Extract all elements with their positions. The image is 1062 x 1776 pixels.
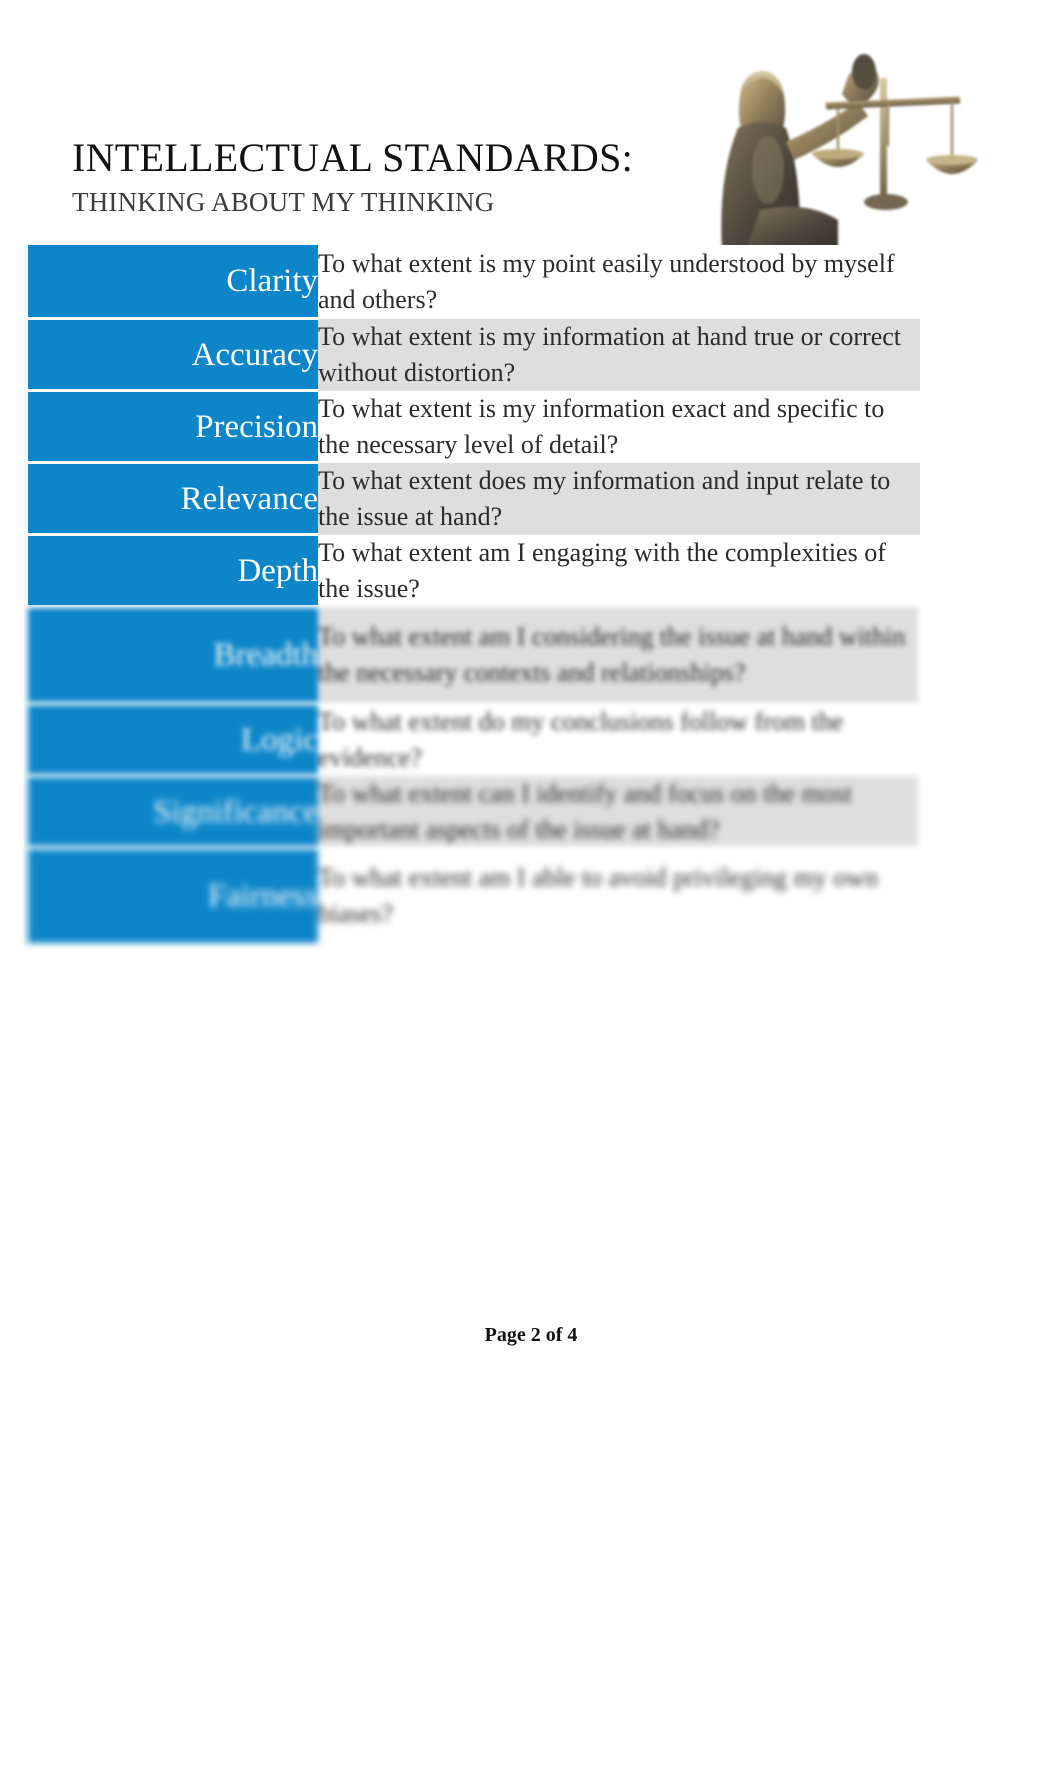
document-header: INTELLECTUAL STANDARDS: THINKING ABOUT M… — [0, 40, 1062, 250]
standard-label-clarity: Clarity — [24, 245, 318, 320]
standard-label-relevance: Relevance — [24, 462, 318, 536]
standard-label-logic: Logic — [24, 703, 318, 777]
table-row: Relevance To what extent does my informa… — [24, 462, 920, 536]
standard-question-significance: To what extent can I identify and focus … — [318, 775, 920, 848]
standard-question-fairness: To what extent am I able to avoid privil… — [318, 847, 920, 945]
standard-question-precision: To what extent is my information exact a… — [318, 390, 920, 463]
standard-question-accuracy: To what extent is my information at hand… — [318, 318, 920, 391]
standard-label-breadth: Breadth — [24, 606, 318, 705]
standard-question-depth: To what extent am I engaging with the co… — [318, 534, 920, 607]
table-row: Clarity To what extent is my point easil… — [24, 245, 920, 320]
standard-label-fairness: Fairness — [24, 847, 318, 946]
standard-question-clarity: To what extent is my point easily unders… — [318, 245, 920, 319]
lady-justice-scales-image — [640, 50, 1000, 250]
table-row: Precision To what extent is my informati… — [24, 390, 920, 464]
intellectual-standards-table: Clarity To what extent is my point easil… — [24, 245, 922, 946]
page-subtitle: THINKING ABOUT MY THINKING — [72, 187, 495, 217]
table-row: Accuracy To what extent is my informatio… — [24, 318, 920, 392]
table-row: Fairness To what extent am I able to avo… — [24, 847, 920, 946]
standard-label-significance: Significance — [24, 775, 318, 849]
standard-question-breadth: To what extent am I considering the issu… — [318, 606, 920, 704]
standard-label-depth: Depth — [24, 534, 318, 608]
table-row: Depth To what extent am I engaging with … — [24, 534, 920, 608]
standard-question-logic: To what extent do my conclusions follow … — [318, 703, 920, 776]
standard-label-precision: Precision — [24, 390, 318, 464]
page-title: INTELLECTUAL STANDARDS: — [72, 135, 634, 180]
table-row: Significance To what extent can I identi… — [24, 775, 920, 849]
standard-question-relevance: To what extent does my information and i… — [318, 462, 920, 535]
document-page: INTELLECTUAL STANDARDS: THINKING ABOUT M… — [0, 0, 1062, 1776]
page-footer: Page 2 of 4 — [484, 1324, 578, 1346]
standard-label-accuracy: Accuracy — [24, 318, 318, 392]
table-row: Logic To what extent do my conclusions f… — [24, 703, 920, 777]
table-row: Breadth To what extent am I considering … — [24, 606, 920, 705]
title-block: INTELLECTUAL STANDARDS: THINKING ABOUT M… — [72, 135, 633, 219]
